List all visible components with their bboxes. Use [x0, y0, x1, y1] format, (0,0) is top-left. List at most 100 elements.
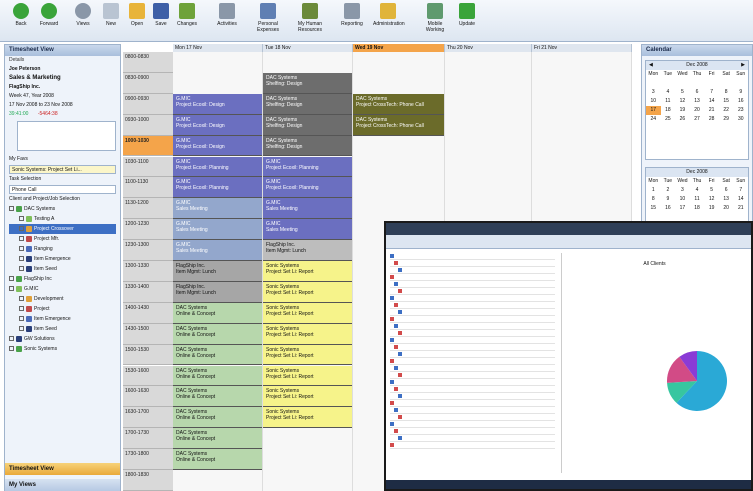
- expand-icon[interactable]: [19, 256, 24, 262]
- tree-item[interactable]: Development: [9, 294, 116, 304]
- expand-icon[interactable]: [9, 286, 14, 292]
- schedule-event[interactable]: Sonic Systems Project Set Li: Report: [263, 281, 352, 303]
- time-slot[interactable]: 1530-1600: [123, 365, 173, 387]
- mobile-working-button[interactable]: Mobile Working: [420, 3, 450, 33]
- expand-icon[interactable]: [9, 276, 14, 282]
- calendar-day[interactable]: 10: [675, 195, 690, 204]
- calendar-day[interactable]: 20: [690, 106, 705, 115]
- schedule-event[interactable]: Sonic Systems Project Set Li: Report: [263, 261, 352, 282]
- expand-icon[interactable]: [9, 336, 14, 342]
- time-slot[interactable]: 1600-1630: [123, 386, 173, 408]
- schedule-event[interactable]: G.MIC Sales Meeting: [263, 219, 352, 241]
- schedule-event[interactable]: G.MIC Project Ecoxil: Design: [173, 135, 262, 157]
- calendar-day[interactable]: 12: [704, 195, 719, 204]
- calendar-day[interactable]: 14: [733, 195, 748, 204]
- schedule-event[interactable]: G.MIC Sales Meeting: [173, 198, 262, 220]
- calendar-day[interactable]: 8: [719, 88, 734, 97]
- calendar-day[interactable]: [733, 79, 748, 88]
- changes-button[interactable]: Changes: [172, 3, 202, 27]
- expand-icon[interactable]: [9, 346, 14, 352]
- calendar-day[interactable]: 15: [646, 204, 661, 213]
- tree-item[interactable]: Project: [9, 304, 116, 314]
- views-button[interactable]: Views: [68, 3, 98, 27]
- expand-icon[interactable]: [19, 236, 24, 242]
- calendar-day[interactable]: 18: [661, 106, 676, 115]
- calendar-day[interactable]: 14: [704, 97, 719, 106]
- calendar-day[interactable]: 17: [675, 204, 690, 213]
- administration-button[interactable]: Administration: [373, 3, 405, 27]
- tree-item[interactable]: G.MIC: [9, 284, 116, 294]
- calendar-day[interactable]: 22: [719, 106, 734, 115]
- time-slot[interactable]: 0830-0900: [123, 72, 173, 94]
- update-button[interactable]: Update: [452, 3, 482, 27]
- expenses-button[interactable]: Personal Expenses: [253, 3, 283, 33]
- schedule-event[interactable]: DAC Systems Online & Concept: [173, 428, 262, 450]
- day-header[interactable]: Tue 18 Nov: [263, 44, 353, 52]
- calendar-day[interactable]: [719, 79, 734, 88]
- schedule-event[interactable]: DAC Systems Online & Concept: [173, 449, 262, 470]
- calendar-day[interactable]: 9: [661, 195, 676, 204]
- tree-item[interactable]: Item Seed: [9, 264, 116, 274]
- calendar-day[interactable]: [690, 79, 705, 88]
- time-slot[interactable]: 1630-1700: [123, 407, 173, 429]
- human-resources-button[interactable]: My Human Resources: [295, 3, 325, 33]
- calendar-day[interactable]: 9: [733, 88, 748, 97]
- time-slot[interactable]: 1430-1500: [123, 323, 173, 345]
- schedule-event[interactable]: DAC Systems Online & Concept: [173, 302, 262, 324]
- tree-item[interactable]: Project Crossover: [9, 224, 116, 234]
- schedule-event[interactable]: Sonic Systems Project Set Li: Report: [263, 344, 352, 366]
- timesheet-view-tab[interactable]: Timesheet View: [5, 463, 120, 475]
- calendar-day[interactable]: 4: [690, 186, 705, 195]
- time-slot[interactable]: 0800-0830: [123, 52, 173, 73]
- calendar-day[interactable]: [646, 79, 661, 88]
- time-slot[interactable]: 1300-1330: [123, 261, 173, 282]
- schedule-event[interactable]: FlagShip Inc. Item Mgmt: Lunch: [263, 240, 352, 261]
- notes-textarea[interactable]: [17, 121, 116, 151]
- task-selection-select[interactable]: Phone Call: [9, 185, 116, 194]
- calendar-day[interactable]: 27: [690, 115, 705, 124]
- back-arrow-button[interactable]: Back: [6, 3, 36, 27]
- calendar-day[interactable]: 25: [661, 115, 676, 124]
- expand-icon[interactable]: [19, 326, 24, 332]
- time-slot[interactable]: 1400-1430: [123, 302, 173, 324]
- tree-item[interactable]: Project Mfr.: [9, 234, 116, 244]
- calendar-day[interactable]: 2: [661, 186, 676, 195]
- time-slot[interactable]: 1000-1030: [123, 135, 173, 157]
- schedule-event[interactable]: DAC Systems Shelfing: Design: [263, 72, 352, 94]
- schedule-event[interactable]: DAC Systems Online & Concept: [173, 344, 262, 366]
- schedule-event[interactable]: G.MIC Project Ecoxil: Planning: [173, 156, 262, 178]
- calendar-day[interactable]: 24: [646, 115, 661, 124]
- time-slot[interactable]: 1200-1230: [123, 219, 173, 241]
- calendar-day[interactable]: 7: [733, 186, 748, 195]
- schedule-event[interactable]: Sonic Systems Project Set Li: Report: [263, 302, 352, 324]
- forward-arrow-button[interactable]: Forward: [34, 3, 64, 27]
- day-header[interactable]: Mon 17 Nov: [173, 44, 263, 52]
- calendar-day[interactable]: 13: [690, 97, 705, 106]
- expand-icon[interactable]: [19, 316, 24, 322]
- reporting-button[interactable]: Reporting: [337, 3, 367, 27]
- tree-item[interactable]: Item Emergence: [9, 254, 116, 264]
- schedule-event[interactable]: Sonic Systems Project Set Li: Report: [263, 386, 352, 408]
- calendar-day[interactable]: 15: [719, 97, 734, 106]
- tree-item[interactable]: Ranging: [9, 244, 116, 254]
- calendar-day[interactable]: 5: [704, 186, 719, 195]
- schedule-event[interactable]: FlagShip Inc. Item Mgmt: Lunch: [173, 261, 262, 282]
- schedule-event[interactable]: G.MIC Sales Meeting: [263, 198, 352, 220]
- schedule-event[interactable]: DAC Systems Online & Concept: [173, 407, 262, 429]
- schedule-event[interactable]: DAC Systems Project CrossTech: Phone Call: [353, 93, 444, 115]
- tree-item[interactable]: Sonic Systems: [9, 344, 116, 354]
- calendar-day[interactable]: 20: [719, 204, 734, 213]
- calendar-day[interactable]: 19: [704, 204, 719, 213]
- expand-icon[interactable]: [19, 306, 24, 312]
- next-month-icon[interactable]: ▶: [741, 61, 745, 70]
- calendar-day[interactable]: 17: [646, 106, 661, 115]
- schedule-event[interactable]: Sonic Systems Project Set Li: Report: [263, 365, 352, 387]
- calendar-day[interactable]: [675, 79, 690, 88]
- calendar-day[interactable]: 3: [675, 186, 690, 195]
- time-slot[interactable]: 1500-1530: [123, 344, 173, 366]
- calendar-day[interactable]: 21: [704, 106, 719, 115]
- schedule-event[interactable]: DAC Systems Online & Concept: [173, 365, 262, 387]
- calendar-day[interactable]: 11: [690, 195, 705, 204]
- time-slot[interactable]: 1700-1730: [123, 428, 173, 450]
- schedule-event[interactable]: DAC Systems Shelfing: Design: [263, 114, 352, 136]
